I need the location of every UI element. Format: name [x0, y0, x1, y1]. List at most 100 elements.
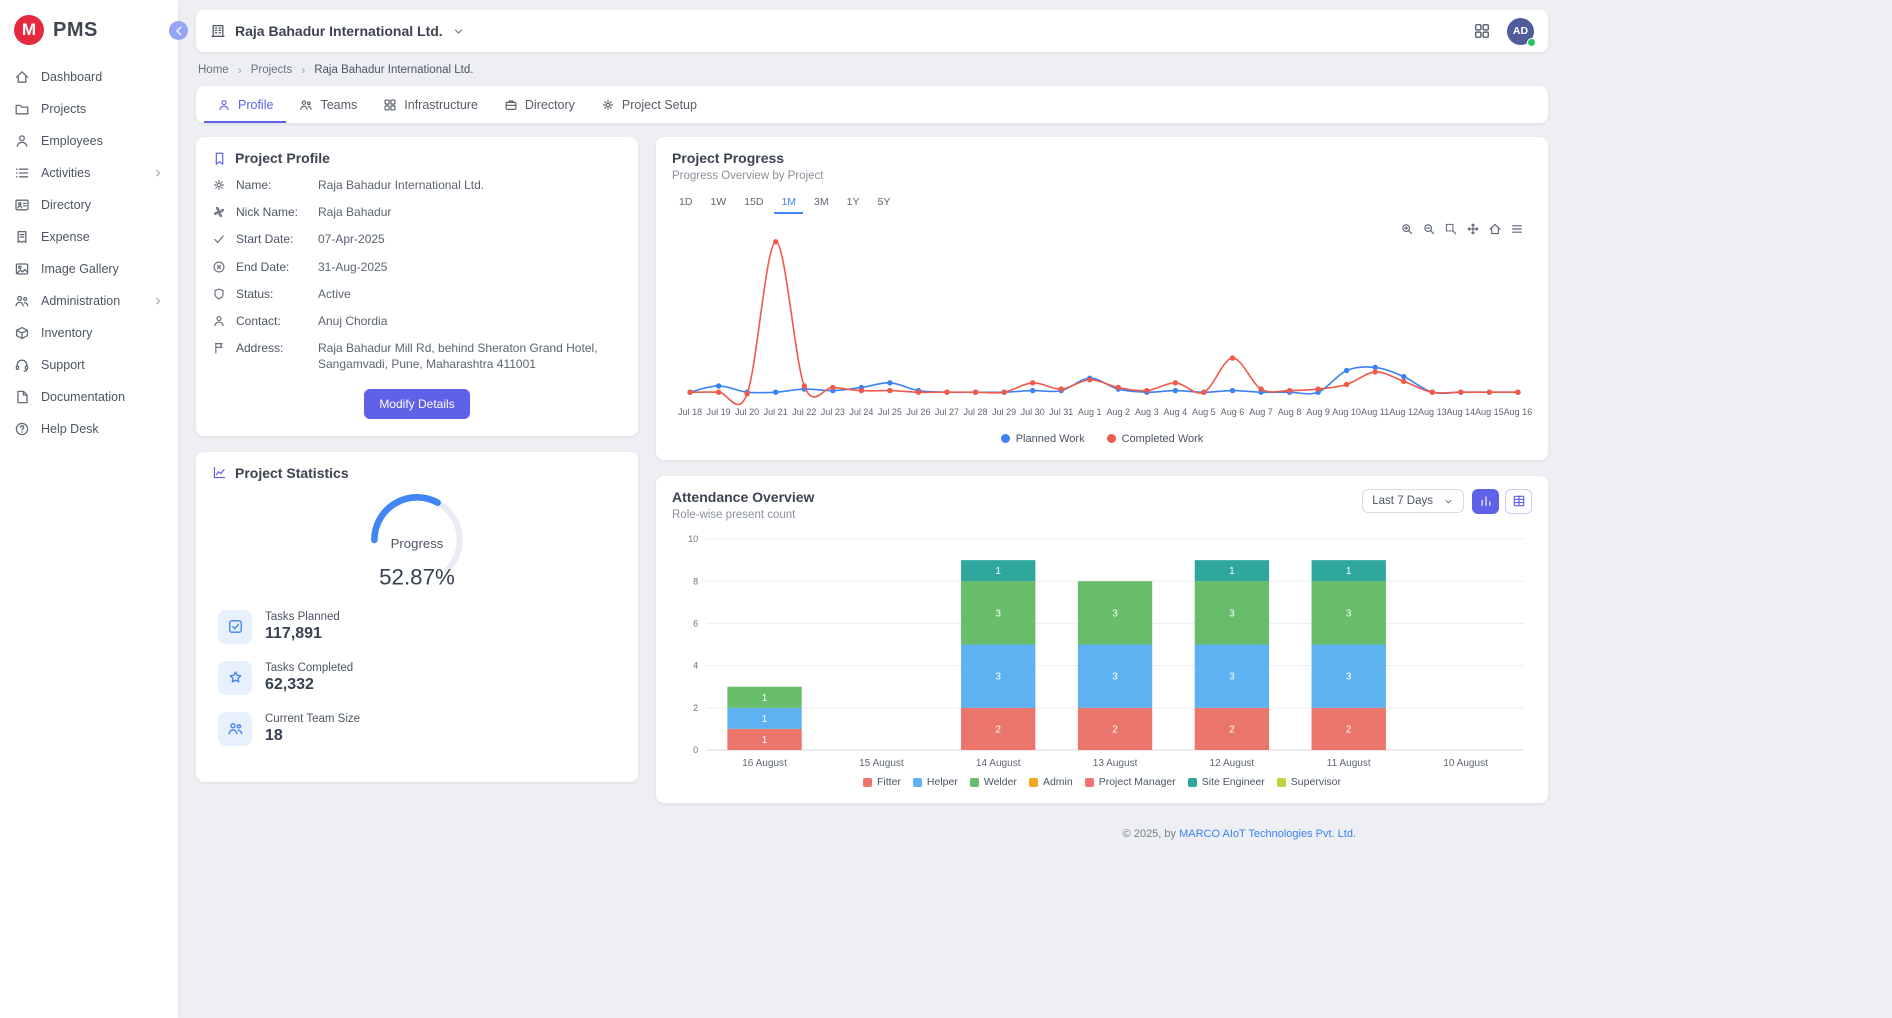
field-label: Start Date: [236, 231, 308, 247]
legend-label: Project Manager [1099, 776, 1176, 788]
field-value: 31-Aug-2025 [318, 259, 622, 275]
stat-current-team-size: Current Team Size18 [218, 712, 616, 746]
company-name: Raja Bahadur International Ltd. [235, 23, 443, 39]
pan-icon[interactable] [1466, 222, 1480, 236]
legend-admin[interactable]: Admin [1029, 776, 1073, 788]
range-1y[interactable]: 1Y [840, 192, 867, 214]
zoom-in-icon[interactable] [1400, 222, 1414, 236]
svg-text:Aug 10: Aug 10 [1332, 407, 1361, 417]
star-icon [227, 669, 244, 686]
box-zoom-icon[interactable] [1444, 222, 1458, 236]
range-1d[interactable]: 1D [672, 192, 699, 214]
svg-text:14 August: 14 August [976, 758, 1021, 769]
svg-text:4: 4 [693, 661, 698, 671]
range-1m[interactable]: 1M [774, 192, 803, 214]
tab-teams[interactable]: Teams [286, 86, 370, 123]
svg-text:Jul 20: Jul 20 [735, 407, 759, 417]
right-column: Project Progress Progress Overview by Pr… [656, 137, 1548, 840]
legend-fitter[interactable]: Fitter [863, 776, 901, 788]
modify-details-button[interactable]: Modify Details [364, 389, 469, 419]
person-icon [212, 314, 226, 328]
legend-planned-work[interactable]: Planned Work [1001, 433, 1085, 445]
legend-supervisor[interactable]: Supervisor [1277, 776, 1341, 788]
legend-project-manager[interactable]: Project Manager [1085, 776, 1176, 788]
profile-fields: Name:Raja Bahadur International Ltd.Nick… [212, 177, 622, 373]
range-3m[interactable]: 3M [807, 192, 836, 214]
teams-icon [299, 98, 313, 112]
breadcrumb-item-projects[interactable]: Projects [251, 64, 293, 76]
home-icon[interactable] [1488, 222, 1502, 236]
app-root: M PMS DashboardProjectsEmployeesActiviti… [0, 0, 1892, 1018]
svg-text:1: 1 [762, 693, 768, 704]
check-square-icon [227, 618, 244, 635]
sidebar-item-help-desk[interactable]: Help Desk [0, 413, 178, 445]
svg-text:3: 3 [1229, 608, 1235, 619]
stat-label: Current Team Size [265, 713, 360, 725]
sidebar-item-expense[interactable]: Expense [0, 221, 178, 253]
attendance-range-select[interactable]: Last 7 Days [1362, 489, 1464, 513]
topbar: Raja Bahadur International Ltd. AD [196, 10, 1548, 52]
sidebar-item-directory[interactable]: Directory [0, 189, 178, 221]
legend-swatch [1277, 778, 1286, 787]
sidebar-item-label: Image Gallery [41, 262, 119, 276]
sidebar-item-activities[interactable]: Activities [0, 157, 178, 189]
star-icon-box [218, 661, 252, 695]
sidebar-collapse-button[interactable] [169, 21, 188, 40]
svg-text:16 August: 16 August [742, 758, 787, 769]
range-1w[interactable]: 1W [703, 192, 733, 214]
tab-project-setup[interactable]: Project Setup [588, 86, 710, 123]
sidebar-item-administration[interactable]: Administration [0, 285, 178, 317]
legend-swatch [1029, 778, 1038, 787]
sidebar-item-label: Directory [41, 198, 91, 212]
dashboard-icon [14, 69, 30, 85]
stat-value: 117,891 [265, 625, 340, 643]
tab-infrastructure[interactable]: Infrastructure [370, 86, 491, 123]
sidebar-item-projects[interactable]: Projects [0, 93, 178, 125]
svg-text:1: 1 [762, 714, 768, 725]
apps-icon[interactable] [1473, 22, 1491, 40]
briefcase-icon [504, 98, 518, 112]
legend-helper[interactable]: Helper [913, 776, 958, 788]
sidebar-item-image-gallery[interactable]: Image Gallery [0, 253, 178, 285]
projects-icon [14, 101, 30, 117]
svg-text:Jul 23: Jul 23 [821, 407, 845, 417]
range-5y[interactable]: 5Y [870, 192, 897, 214]
legend-swatch [1085, 778, 1094, 787]
zoom-out-icon[interactable] [1422, 222, 1436, 236]
directory-icon [14, 197, 30, 213]
infrastructure-icon [383, 98, 397, 112]
range-15d[interactable]: 15D [737, 192, 770, 214]
sidebar-item-inventory[interactable]: Inventory [0, 317, 178, 349]
svg-text:Jul 18: Jul 18 [678, 407, 702, 417]
sidebar-item-support[interactable]: Support [0, 349, 178, 381]
helpdesk-icon [14, 421, 30, 437]
sidebar-item-employees[interactable]: Employees [0, 125, 178, 157]
tab-profile[interactable]: Profile [204, 86, 286, 123]
menu-icon[interactable] [1510, 222, 1524, 236]
svg-text:2: 2 [1229, 724, 1235, 735]
setup-icon [601, 98, 615, 112]
svg-text:3: 3 [1229, 672, 1235, 683]
breadcrumb-item-home[interactable]: Home [198, 64, 229, 76]
field-value: Active [318, 286, 622, 302]
profile-field-nick-name: Nick Name:Raja Bahadur [212, 204, 622, 220]
company-selector[interactable]: Raja Bahadur International Ltd. [210, 23, 465, 39]
avatar[interactable]: AD [1507, 18, 1534, 45]
tab-directory[interactable]: Directory [491, 86, 588, 123]
chevron-down-icon [452, 25, 465, 38]
sidebar-item-label: Employees [41, 134, 103, 148]
legend-completed-work[interactable]: Completed Work [1107, 433, 1204, 445]
footer-link[interactable]: MARCO AIoT Technologies Pvt. Ltd. [1179, 828, 1356, 840]
svg-text:10: 10 [688, 534, 698, 544]
profile-card-title: Project Profile [235, 150, 330, 166]
legend-welder[interactable]: Welder [970, 776, 1017, 788]
svg-text:2: 2 [995, 724, 1001, 735]
bar-view-toggle[interactable] [1472, 489, 1499, 514]
svg-text:1: 1 [1229, 566, 1235, 577]
sidebar-item-documentation[interactable]: Documentation [0, 381, 178, 413]
bookmark-icon [212, 151, 227, 166]
svg-text:Aug 8: Aug 8 [1278, 407, 1302, 417]
table-view-toggle[interactable] [1505, 489, 1532, 514]
legend-site-engineer[interactable]: Site Engineer [1188, 776, 1265, 788]
sidebar-item-dashboard[interactable]: Dashboard [0, 61, 178, 93]
